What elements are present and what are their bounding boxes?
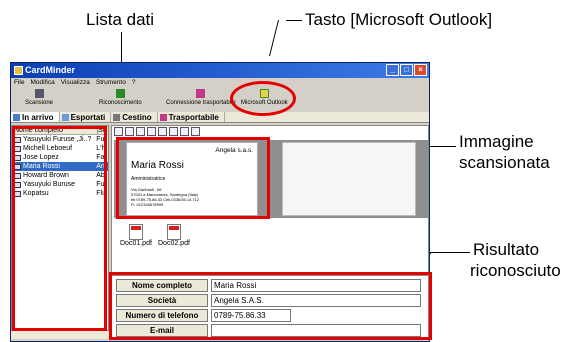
business-card-back bbox=[282, 142, 416, 216]
list-horizontal-scrollbar[interactable] bbox=[11, 331, 109, 339]
highlight-scanned-image bbox=[116, 137, 270, 219]
minimize-button[interactable]: _ bbox=[386, 64, 399, 76]
menu-bar: File Modifica Visualizza Strumento ? bbox=[11, 78, 429, 88]
scanner-icon bbox=[34, 89, 44, 98]
pdf-icon bbox=[128, 224, 143, 240]
zoom-out-icon[interactable] bbox=[147, 127, 156, 136]
tab-trasportabile[interactable]: Trasportabile bbox=[158, 112, 225, 122]
page-icon[interactable] bbox=[114, 127, 123, 136]
menu-strumento[interactable]: Strumento bbox=[96, 78, 126, 88]
callout-risultato-2: riconosciuto bbox=[470, 261, 561, 280]
toolbar: Scansione Riconoscimento Connessione tra… bbox=[11, 89, 429, 111]
portable-icon bbox=[196, 89, 206, 98]
rotate-icon[interactable] bbox=[158, 127, 167, 136]
recognize-icon bbox=[115, 89, 125, 98]
inbox-icon bbox=[13, 113, 20, 121]
recognize-button[interactable]: Riconoscimento bbox=[99, 89, 142, 106]
tab-cestino-label: Cestino bbox=[122, 112, 152, 122]
pdf-icon bbox=[166, 224, 181, 240]
leader-line-risultato-h bbox=[428, 252, 470, 253]
tab-trasportabile-label: Trasportabile bbox=[168, 112, 219, 122]
pdf-file-name: Doc02.pdf bbox=[158, 240, 190, 247]
color-icon[interactable] bbox=[180, 127, 189, 136]
pdf-file[interactable]: Doc02.pdf bbox=[158, 224, 190, 247]
callout-lista-dati: Lista dati bbox=[86, 10, 155, 29]
scan-label: Scansione bbox=[25, 100, 54, 106]
tab-in-arrivo[interactable]: In arrivo bbox=[11, 112, 60, 122]
tab-cestino[interactable]: Cestino bbox=[111, 112, 158, 122]
leader-line-outlook-d bbox=[269, 20, 279, 56]
fit-icon[interactable] bbox=[169, 127, 178, 136]
scan-button[interactable]: Scansione bbox=[25, 89, 53, 106]
tab-esportati[interactable]: Esportati bbox=[60, 112, 112, 122]
maximize-button[interactable]: □ bbox=[400, 64, 413, 76]
portable-label: Connessione trasportabile bbox=[166, 100, 236, 106]
page-icon[interactable] bbox=[125, 127, 134, 136]
window-title: CardMinder bbox=[25, 65, 76, 75]
tab-esportati-label: Esportati bbox=[70, 112, 106, 122]
image-toolbar bbox=[114, 127, 200, 136]
menu-modifica[interactable]: Modifica bbox=[30, 78, 54, 88]
pdf-file[interactable]: Doc01.pdf bbox=[120, 224, 152, 247]
zoom-in-icon[interactable] bbox=[136, 127, 145, 136]
print-icon[interactable] bbox=[191, 127, 200, 136]
callout-immagine-1: Immagine bbox=[459, 132, 534, 151]
callout-risultato-1: Risultato bbox=[473, 240, 540, 259]
menu-file[interactable]: File bbox=[14, 78, 24, 88]
close-button[interactable]: × bbox=[414, 64, 427, 76]
menu-visualizza[interactable]: Visualizza bbox=[61, 78, 90, 88]
highlight-outlook-button bbox=[230, 81, 296, 116]
title-bar: CardMinder _ □ × bbox=[11, 63, 429, 78]
portable-tab-icon bbox=[159, 113, 167, 121]
highlight-recognition-result bbox=[109, 272, 432, 340]
tab-bar: In arrivo Esportati Cestino Trasportabil… bbox=[11, 112, 429, 123]
portable-button[interactable]: Connessione trasportabile bbox=[166, 89, 236, 106]
callout-tasto-outlook: Tasto [Microsoft Outlook] bbox=[305, 10, 493, 29]
menu-help[interactable]: ? bbox=[132, 78, 136, 88]
recognize-label: Riconoscimento bbox=[99, 100, 142, 106]
pdf-file-name: Doc01.pdf bbox=[120, 240, 152, 247]
highlight-data-list bbox=[12, 126, 107, 331]
export-icon bbox=[61, 113, 69, 121]
callout-immagine-2: scansionata bbox=[459, 153, 550, 172]
tab-in-arrivo-label: In arrivo bbox=[22, 112, 54, 122]
trash-icon bbox=[113, 113, 121, 121]
app-icon bbox=[14, 66, 23, 75]
leader-line-outlook-h bbox=[286, 20, 302, 21]
